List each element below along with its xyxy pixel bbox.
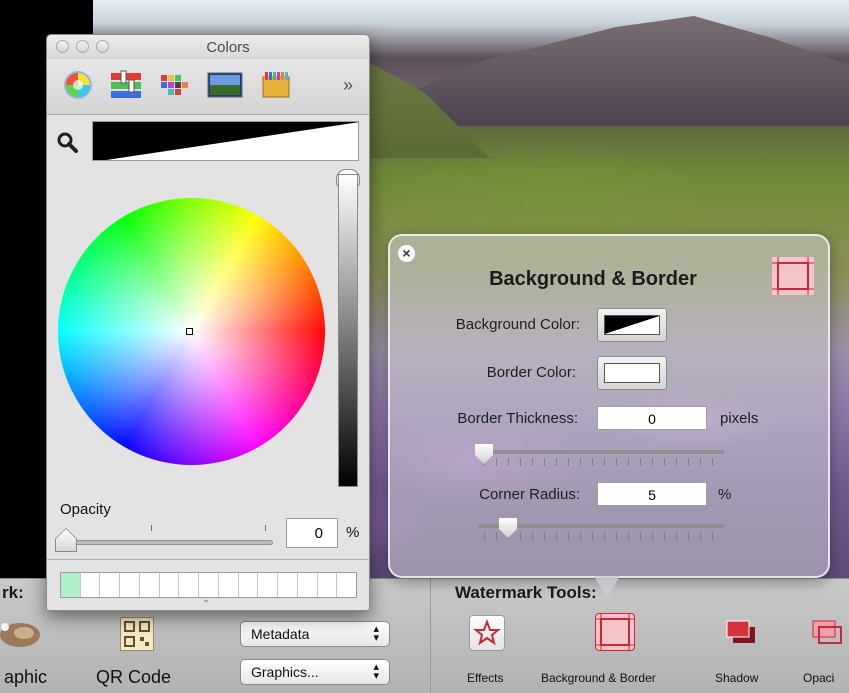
- corner-radius-label: Corner Radius:: [479, 486, 580, 503]
- colors-window: Colors » Opacity 0 % ⌃: [46, 34, 370, 611]
- tool-opacity-label[interactable]: Opaci: [803, 671, 834, 685]
- slider-tick: [265, 525, 266, 531]
- swatch-slot[interactable]: [298, 573, 318, 597]
- close-icon[interactable]: ×: [398, 245, 415, 262]
- graphics-popup-value: Graphics...: [251, 664, 319, 680]
- background-border-icon[interactable]: [595, 613, 635, 651]
- swatch-slot[interactable]: [160, 573, 180, 597]
- colors-tab-bar: »: [47, 59, 369, 115]
- background-border-icon: [772, 257, 814, 295]
- tool-background-border-label[interactable]: Background & Border: [541, 671, 656, 685]
- current-color-swatch[interactable]: [92, 121, 359, 161]
- tool-effects-label[interactable]: Effects: [467, 671, 503, 685]
- shadow-icon[interactable]: [723, 615, 759, 651]
- tab-crayons[interactable]: [259, 69, 293, 101]
- tab-color-sliders[interactable]: [109, 69, 143, 101]
- corner-radius-unit: %: [718, 486, 732, 503]
- opacity-field[interactable]: 0: [286, 518, 338, 548]
- tab-image-palettes[interactable]: [207, 69, 243, 101]
- opacity-label: Opacity: [60, 501, 111, 518]
- opacity-slider[interactable]: [63, 540, 273, 545]
- border-thickness-unit: pixels: [720, 410, 759, 427]
- corner-radius-field[interactable]: 5: [597, 482, 707, 506]
- qr-code-icon[interactable]: [120, 617, 154, 651]
- color-wheel-cursor[interactable]: [186, 328, 193, 335]
- graphic-icon[interactable]: [0, 619, 40, 649]
- swatch-slot[interactable]: [179, 573, 200, 597]
- popup-arrows-icon: ▴ ▾: [373, 661, 379, 682]
- swatch-slot[interactable]: [81, 573, 101, 597]
- brightness-slider[interactable]: [338, 174, 358, 487]
- slider-ticks: [484, 458, 720, 466]
- star-icon[interactable]: [469, 615, 505, 651]
- tab-color-palettes[interactable]: [157, 69, 191, 101]
- swatch-slot[interactable]: [318, 573, 338, 597]
- slider-ticks: [484, 532, 720, 540]
- metadata-popup-value: Metadata: [251, 626, 310, 642]
- section-title: rk:: [2, 583, 24, 602]
- opacity-slider-knob[interactable]: [56, 529, 76, 551]
- swatch-slot[interactable]: [120, 573, 140, 597]
- favorite-swatches: [60, 572, 357, 598]
- swatch-slot[interactable]: [278, 573, 298, 597]
- colors-window-title: Colors: [206, 39, 250, 56]
- graphic-label[interactable]: aphic: [4, 667, 47, 688]
- watermark-tools-section: Watermark Tools: Effects Background & Bo…: [430, 579, 849, 693]
- swatch-slot[interactable]: [61, 573, 81, 597]
- background-color-preview: [604, 315, 660, 335]
- swatch-slot[interactable]: [219, 573, 239, 597]
- swatch-slot[interactable]: [239, 573, 259, 597]
- slider-tick: [151, 525, 152, 531]
- border-color-well[interactable]: [597, 356, 667, 390]
- border-thickness-slider[interactable]: [478, 450, 724, 454]
- swatch-slot[interactable]: [100, 573, 121, 597]
- resize-grip-icon[interactable]: ⌃: [202, 599, 210, 610]
- background-color-label: Background Color:: [455, 316, 580, 333]
- swatch-slot[interactable]: [199, 573, 219, 597]
- popup-arrows-icon: ▴ ▾: [373, 623, 379, 644]
- qr-code-label[interactable]: QR Code: [96, 667, 171, 688]
- watermark-tools-title: Watermark Tools:: [455, 583, 597, 602]
- tool-shadow-label[interactable]: Shadow: [715, 671, 758, 685]
- swatch-slot[interactable]: [140, 573, 160, 597]
- opacity-unit: %: [346, 524, 360, 541]
- swatch-divider: [47, 559, 369, 560]
- border-thickness-label: Border Thickness:: [457, 410, 578, 427]
- swatch-slot[interactable]: [258, 573, 279, 597]
- border-color-preview: [604, 363, 660, 383]
- colors-titlebar[interactable]: Colors: [47, 35, 369, 59]
- background-color-well[interactable]: [597, 308, 667, 342]
- graphics-popup[interactable]: Graphics... ▴ ▾: [240, 659, 390, 685]
- swatch-slot[interactable]: [337, 573, 356, 597]
- border-thickness-field[interactable]: 0: [597, 406, 707, 430]
- tab-color-wheel[interactable]: [61, 69, 95, 101]
- metadata-popup[interactable]: Metadata ▴ ▾: [240, 621, 390, 647]
- panel-title: Background & Border: [489, 268, 697, 290]
- more-tabs-chevron-icon[interactable]: »: [343, 75, 353, 96]
- opacity-icon[interactable]: [809, 615, 845, 651]
- magnifier-icon[interactable]: [56, 131, 80, 155]
- border-color-label: Border Color:: [486, 364, 576, 381]
